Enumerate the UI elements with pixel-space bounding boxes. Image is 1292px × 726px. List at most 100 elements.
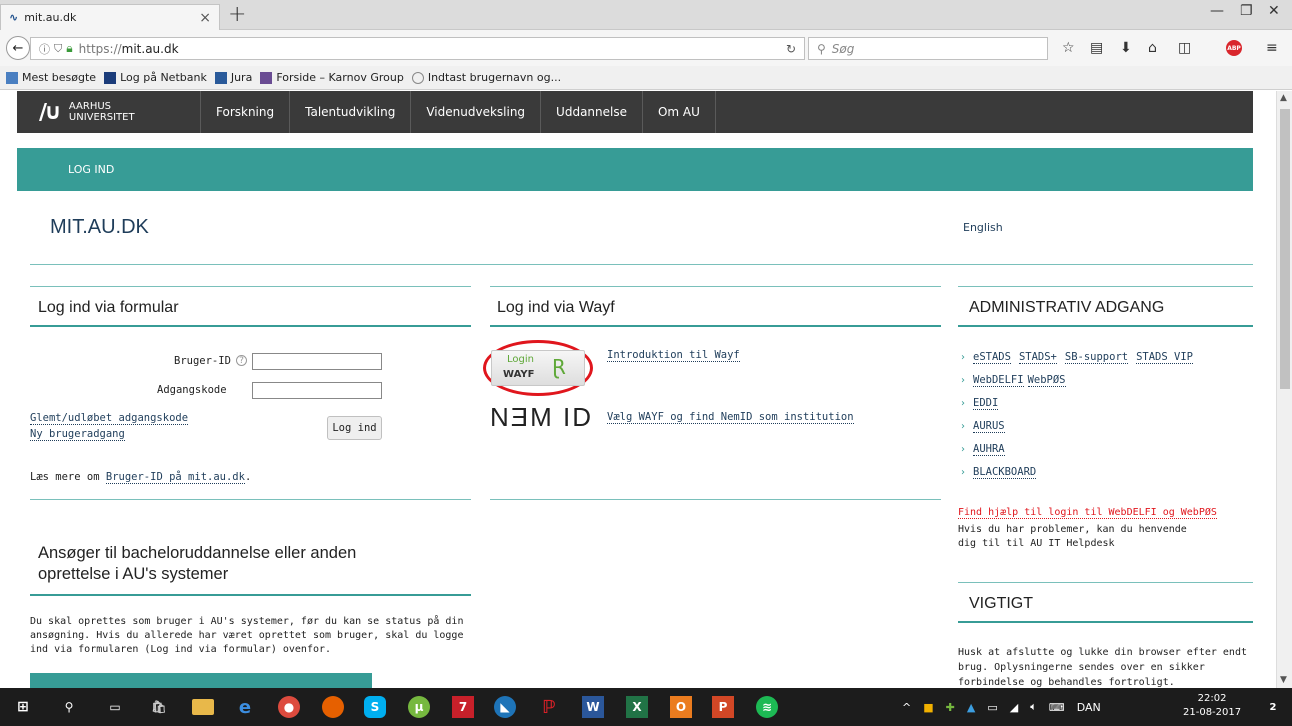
minimize-icon[interactable]: — [1210,3,1224,19]
bookmark-item[interactable]: Indtast brugernavn og... [411,71,561,84]
reload-icon[interactable]: ↻ [786,42,796,56]
scroll-thumb[interactable] [1280,109,1290,389]
nav-talentudvikling[interactable]: Talentudvikling [290,91,412,133]
wayf-login-button[interactable]: Login WAYF Ɽ [491,350,585,386]
lock-icon: 🔒︎ [66,41,73,55]
tray-green-icon[interactable]: ✚ [946,701,955,714]
karnov-icon [260,71,273,84]
app-p-icon[interactable]: ℙ [538,696,560,718]
task-view-icon[interactable]: ▭ [104,696,126,718]
auhra-link[interactable]: AUHRA [973,443,1005,456]
userid-info-link[interactable]: Bruger-ID på mit.au.dk [105,471,245,484]
back-button[interactable]: ← [6,36,30,60]
chrome-icon[interactable]: ● [278,696,300,718]
stads-vip-link[interactable]: STADS VIP [1136,351,1193,364]
tray-drive-icon[interactable]: ▲ [967,701,975,714]
spotify-icon[interactable]: ≋ [756,696,778,718]
skype-icon[interactable]: S [364,696,386,718]
nav-videnudveksling[interactable]: Videnudveksling [411,91,542,133]
aurus-link[interactable]: AURUS [973,420,1005,433]
onenote-icon[interactable]: O [670,696,692,718]
close-tab-icon[interactable]: × [199,10,211,26]
estads-link[interactable]: eSTADS [973,351,1011,364]
divider [958,286,1253,287]
tray-expand-icon[interactable]: ^ [902,701,911,714]
store-icon[interactable]: 🛍︎ [148,696,170,718]
language-indicator[interactable]: DAN [1077,701,1101,714]
clock[interactable]: 22:02 21-08-2017 [1183,692,1241,720]
keyboard-icon[interactable]: ⌨ [1049,701,1065,714]
sb-support-link[interactable]: SB-support [1064,351,1129,364]
eddi-link[interactable]: EDDI [973,397,999,410]
wayf-logo-icon: Ɽ [552,355,566,379]
url-bar[interactable]: ⓘ ⛉ 🔒︎ https://mit.au.dk ↻ [30,37,805,60]
nemid-link[interactable]: Vælg WAYF og find NemID som institution [607,411,854,424]
webpos-link[interactable]: WebPØS [1027,374,1066,387]
language-link-english[interactable]: English [963,221,1003,234]
admin-row: › AURUS [961,415,1201,438]
search-icon: ⚲ [817,41,826,56]
au-logo[interactable]: ∕∪ AARHUS UNIVERSITET [17,91,201,133]
wayf-heading: Log ind via Wayf [497,299,615,316]
nav-forskning[interactable]: Forskning [201,91,291,133]
restore-icon[interactable]: ❐ [1240,3,1253,19]
tray-app-icon[interactable]: ■ [923,701,933,714]
bookmark-item[interactable]: Mest besøgte [6,71,96,84]
edge-icon[interactable]: e [234,696,256,718]
new-user-link[interactable]: Ny brugeradgang [30,428,125,441]
password-input[interactable] [252,382,382,399]
page-scrollbar[interactable]: ▲ ▼ [1276,91,1292,688]
login-banner-label[interactable]: LOG IND [68,163,114,176]
create-user-button[interactable] [30,673,372,688]
bookmark-item[interactable]: Forside – Karnov Group [260,71,404,84]
pocket-icon[interactable]: ◫ [1178,40,1191,56]
admin-row: › BLACKBOARD [961,461,1201,484]
browser-tab[interactable]: ∿ mit.au.dk × [0,4,220,30]
tracking-shield-icon[interactable]: ⛉ [54,42,62,56]
volume-icon[interactable]: 🔈︎ [1030,700,1037,714]
wayf-intro-link[interactable]: Introduktion til Wayf [607,349,740,362]
nav-uddannelse[interactable]: Uddannelse [541,91,643,133]
divider [490,499,941,500]
search-icon[interactable]: ⚲ [58,696,80,718]
home-icon[interactable]: ⌂ [1148,40,1157,56]
window-close-icon[interactable]: ✕ [1268,3,1280,19]
bookmark-item[interactable]: Jura [214,71,252,84]
divider [30,264,1253,265]
utorrent-icon[interactable]: µ [408,696,430,718]
forgot-password-link[interactable]: Glemt/udløbet adgangskode [30,412,189,425]
app-blue-icon[interactable]: ◣ [494,696,516,718]
wifi-icon[interactable]: ◢ [1010,701,1018,714]
help-icon[interactable]: ? [236,355,247,366]
file-explorer-icon[interactable] [192,699,214,715]
scroll-down-icon[interactable]: ▼ [1280,675,1287,685]
word-icon[interactable]: W [582,696,604,718]
userid-input[interactable] [252,353,382,370]
help-text: Hvis du har problemer, kan du henvende d… [958,524,1187,549]
bookmark-star-icon[interactable]: ☆ [1062,40,1075,56]
reading-list-icon[interactable]: ▤ [1090,40,1103,56]
login-help-link[interactable]: Find hjælp til login til WebDELFI og Web… [958,507,1217,519]
menu-icon[interactable]: ≡ [1266,40,1278,56]
divider [958,582,1253,583]
webdelfi-link[interactable]: WebDELFI [973,374,1024,387]
adblock-icon[interactable]: ABP [1226,40,1242,56]
download-icon[interactable]: ⬇ [1120,40,1132,56]
blackboard-link[interactable]: BLACKBOARD [973,466,1037,479]
app-red-icon[interactable]: 7 [452,696,474,718]
notification-center-icon[interactable]: 2 [1262,696,1284,718]
battery-icon[interactable]: ▭ [987,701,997,714]
new-tab-button[interactable]: + [228,2,246,27]
search-input[interactable]: ⚲ Søg [808,37,1048,60]
login-button[interactable]: Log ind [327,416,382,440]
powerpoint-icon[interactable]: P [712,696,734,718]
firefox-icon[interactable] [322,696,344,718]
nav-om-au[interactable]: Om AU [643,91,716,133]
excel-icon[interactable]: X [626,696,648,718]
windows-start-icon[interactable]: ⊞ [12,696,34,718]
info-icon[interactable]: ⓘ [39,41,50,57]
scroll-up-icon[interactable]: ▲ [1280,93,1287,103]
bookmark-label: Log på Netbank [120,71,207,84]
stads-plus-link[interactable]: STADS+ [1018,351,1057,364]
bookmark-item[interactable]: Log på Netbank [104,71,207,84]
